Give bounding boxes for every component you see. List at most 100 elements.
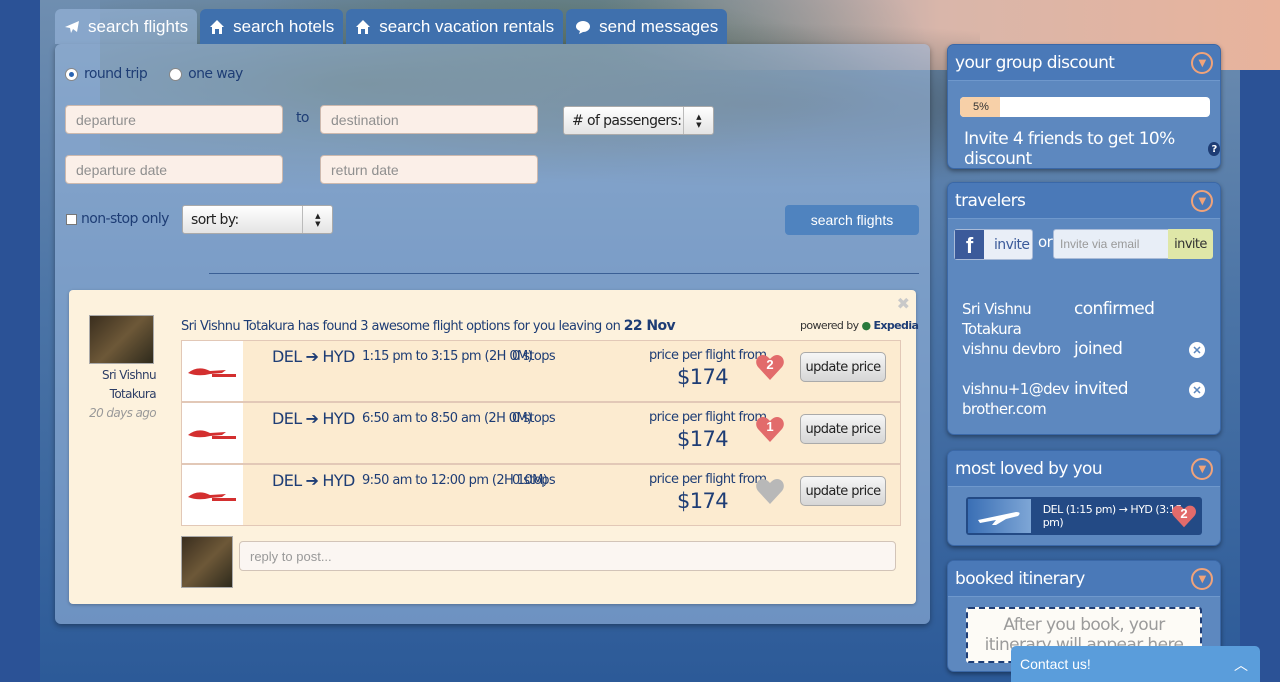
discount-progress-label: 5% xyxy=(973,101,989,113)
flight-route: DEL ➔ HYD xyxy=(272,409,355,428)
widget-header: your group discount ▼ xyxy=(948,45,1220,81)
flight-times: 6:50 am to 8:50 am (2H 0M) xyxy=(362,411,532,426)
arrow-right-icon: ➔ xyxy=(305,347,319,366)
return-date-input[interactable]: return date xyxy=(320,155,538,184)
widget-header: most loved by you ▼ xyxy=(948,451,1220,487)
most-loved-widget: most loved by you ▼ DEL (1:15 pm) → HYD … xyxy=(947,450,1221,546)
route-origin: DEL xyxy=(272,347,302,366)
help-icon[interactable]: ? xyxy=(1208,142,1220,156)
heart-count: 1 xyxy=(766,419,774,434)
home-icon xyxy=(356,19,371,34)
heart-count: 2 xyxy=(1180,506,1188,521)
remove-traveler-icon[interactable]: ✕ xyxy=(1189,342,1205,358)
one-way-radio[interactable] xyxy=(169,67,183,81)
widget-header: travelers ▼ xyxy=(948,183,1220,219)
reply-input[interactable]: reply to post... xyxy=(239,541,896,571)
heart-icon[interactable]: 1 xyxy=(755,415,785,443)
post-message-text: Sri Vishnu Totakura has found 3 awesome … xyxy=(181,319,621,334)
round-trip-radio[interactable] xyxy=(65,67,78,81)
destination-input[interactable]: destination xyxy=(320,105,538,134)
post-message: Sri Vishnu Totakura has found 3 awesome … xyxy=(181,318,676,334)
expedia-logo-icon: ● xyxy=(861,319,872,332)
facebook-icon: f xyxy=(955,230,984,259)
departure-date-input[interactable]: departure date xyxy=(65,155,283,184)
select-arrows-icon: ▲ ▼ xyxy=(302,206,332,233)
traveler-status: joined xyxy=(1074,339,1123,359)
select-arrows-icon: ▲ ▼ xyxy=(683,107,713,134)
group-discount-widget: your group discount ▼ 5% Invite 4 friend… xyxy=(947,44,1221,169)
passengers-select[interactable]: # of passengers: ▲ ▼ xyxy=(563,106,714,135)
flight-price: $174 xyxy=(677,365,729,389)
home-icon xyxy=(210,19,225,34)
arrow-right-icon: ➔ xyxy=(305,409,319,428)
traveler-name: vishnu+1@devbrother.com xyxy=(962,380,1070,418)
flight-option-row: DEL ➔ HYD 9:50 am to 12:00 pm (2H 10M) 0 s… xyxy=(181,464,901,526)
close-icon[interactable]: ✖ xyxy=(897,294,910,314)
flight-times: 1:15 pm to 3:15 pm (2H 0M) xyxy=(362,349,533,364)
collapse-chevron-icon[interactable]: ▼ xyxy=(1191,52,1213,74)
heart-icon[interactable]: 2 xyxy=(755,353,785,381)
air-india-logo-icon xyxy=(182,341,243,401)
contact-us-label: Contact us! xyxy=(1020,656,1091,672)
price-label: price per flight from xyxy=(649,472,767,487)
heart-icon[interactable] xyxy=(755,477,785,505)
post-timestamp: 20 days ago xyxy=(89,406,157,420)
flight-price: $174 xyxy=(677,427,729,451)
update-price-button[interactable]: update price xyxy=(800,476,886,506)
update-price-button[interactable]: update price xyxy=(800,414,886,444)
current-user-avatar xyxy=(181,536,233,588)
loved-flight-item[interactable]: DEL (1:15 pm) → HYD (3:15 pm) 2 xyxy=(966,497,1202,535)
nonstop-filter: non-stop only xyxy=(66,211,169,227)
facebook-invite-button[interactable]: f invite xyxy=(954,229,1033,260)
poster-name-line1: Sri Vishnu xyxy=(101,368,157,382)
chevron-up-icon: ︿ xyxy=(1234,657,1248,673)
sort-value: sort by: xyxy=(191,211,239,228)
widget-title: your group discount xyxy=(955,52,1115,73)
tab-search-hotels[interactable]: search hotels xyxy=(200,9,344,44)
sort-select[interactable]: sort by: ▲ ▼ xyxy=(182,205,333,234)
tab-label: search flights xyxy=(88,16,189,36)
expedia-logo: Expedia xyxy=(873,319,919,332)
tab-search-flights[interactable]: search flights xyxy=(55,9,198,44)
poster-avatar[interactable] xyxy=(89,315,154,364)
route-destination: HYD xyxy=(322,409,355,428)
travelers-widget: travelers ▼ f invite or Invite via email… xyxy=(947,182,1221,435)
traveler-name: vishnu devbro xyxy=(962,340,1061,358)
collapse-chevron-icon[interactable]: ▼ xyxy=(1191,458,1213,480)
update-price-button[interactable]: update price xyxy=(800,352,886,382)
flight-stops: 0 stops xyxy=(512,473,556,488)
tab-label: send messages xyxy=(599,16,719,36)
poster-name: Sri Vishnu Totakura xyxy=(86,366,157,404)
poster-name-line2: Totakura xyxy=(109,387,157,401)
powered-by-label: powered by xyxy=(800,319,859,332)
traveler-status: invited xyxy=(1074,379,1129,399)
search-tabs: search flights search hotels search vaca… xyxy=(55,9,728,45)
post-date: 22 Nov xyxy=(623,318,676,334)
remove-traveler-icon[interactable]: ✕ xyxy=(1189,382,1205,398)
widget-title: travelers xyxy=(955,190,1026,211)
round-trip-label: round trip xyxy=(84,66,148,82)
tab-send-messages[interactable]: send messages xyxy=(566,9,728,44)
air-india-logo-icon xyxy=(182,465,243,525)
collapse-chevron-icon[interactable]: ▼ xyxy=(1191,568,1213,590)
departure-input[interactable]: departure xyxy=(65,105,283,134)
collapse-chevron-icon[interactable]: ▼ xyxy=(1191,190,1213,212)
to-label: to xyxy=(296,110,309,126)
discount-message: Invite 4 friends to get 10% discount ? xyxy=(964,129,1220,168)
search-flights-button[interactable]: search flights xyxy=(785,205,919,235)
nonstop-checkbox[interactable] xyxy=(66,213,77,225)
route-origin: DEL xyxy=(272,471,302,490)
invite-button[interactable]: invite xyxy=(1168,229,1213,259)
widget-header: booked itinerary ▼ xyxy=(948,561,1220,597)
contact-us-bar[interactable]: Contact us! ︿ xyxy=(1011,646,1260,682)
heart-icon[interactable]: 2 xyxy=(1171,503,1197,529)
tab-search-vacation-rentals[interactable]: search vacation rentals xyxy=(346,9,564,44)
or-label: or xyxy=(1038,233,1053,251)
chat-bubble-icon xyxy=(576,20,591,34)
tab-label: search hotels xyxy=(233,16,335,36)
one-way-label: one way xyxy=(188,66,243,82)
invite-email-input[interactable]: Invite via email xyxy=(1053,229,1170,259)
widget-title: most loved by you xyxy=(955,458,1103,479)
route-destination: HYD xyxy=(322,471,355,490)
flight-route: DEL ➔ HYD xyxy=(272,471,355,490)
